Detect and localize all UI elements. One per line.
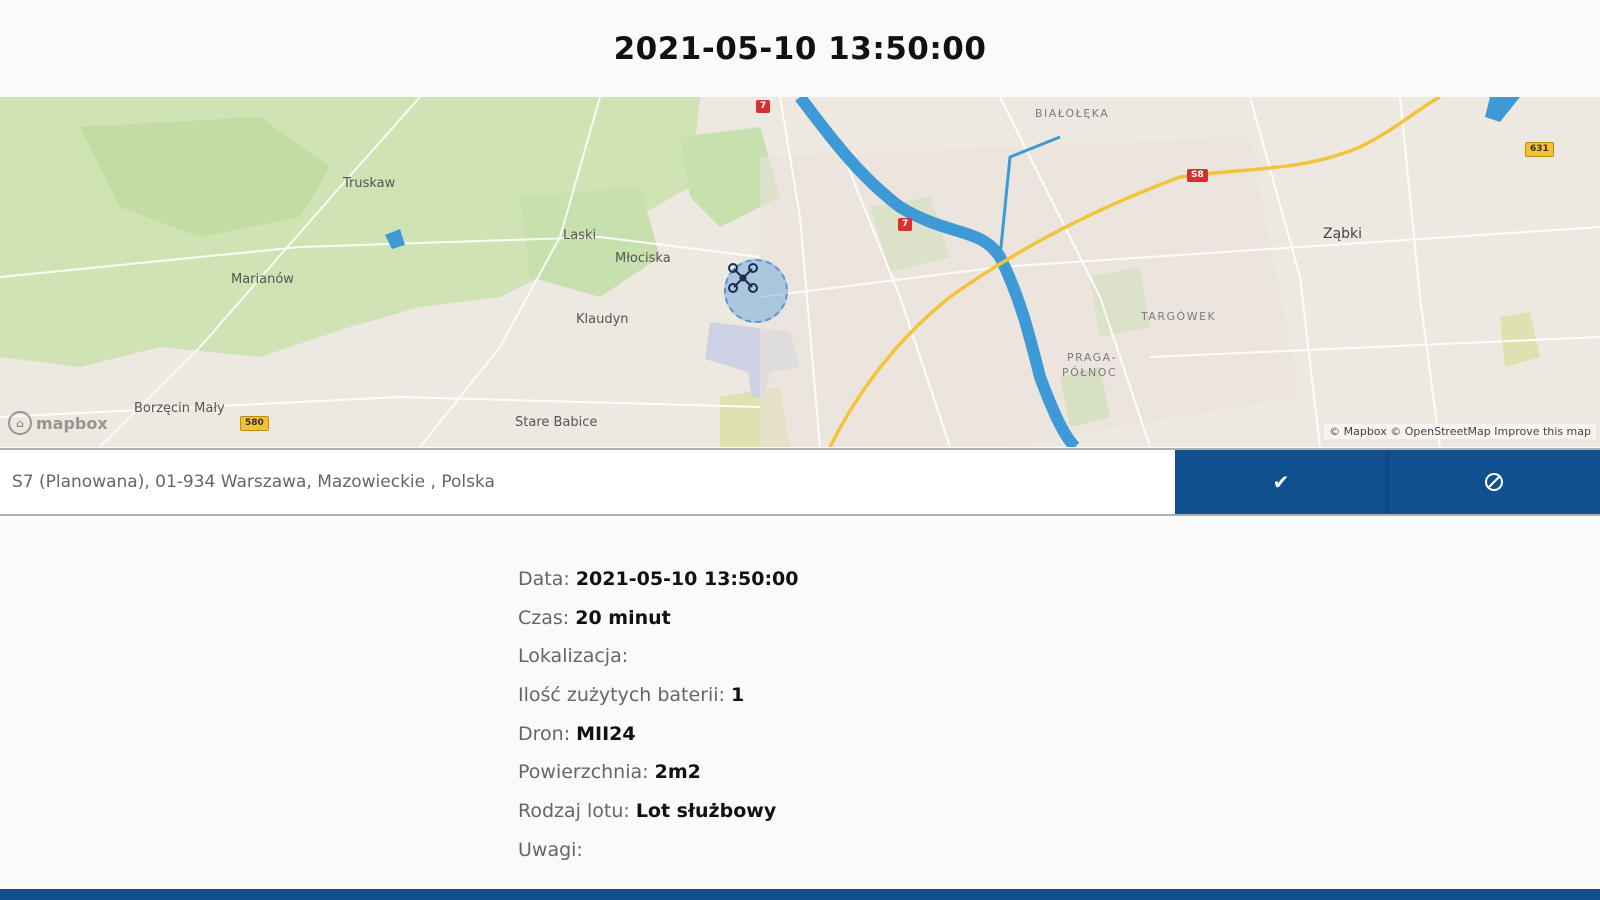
map-label-bialoleka: BIAŁOŁĘKA bbox=[1035, 107, 1110, 120]
map-label-praga-2: PÓŁNOC bbox=[1062, 366, 1118, 379]
detail-drone-label: Dron: bbox=[518, 722, 571, 745]
confirm-button[interactable]: ✔ bbox=[1175, 450, 1387, 514]
map-label-stare-babice: Stare Babice bbox=[515, 415, 598, 430]
detail-date-value: 2021-05-10 13:50:00 bbox=[575, 568, 799, 590]
map-label-borzecin: Borzęcin Mały bbox=[134, 401, 225, 416]
detail-area: Powierzchnia: 2m2 bbox=[518, 753, 799, 792]
detail-date: Data: 2021-05-10 13:50:00 bbox=[518, 560, 799, 599]
drone-icon bbox=[728, 263, 758, 293]
road-badge: 7 bbox=[756, 100, 771, 113]
lake bbox=[1485, 97, 1520, 122]
map-label-praga-1: PRAGA- bbox=[1067, 351, 1117, 364]
detail-batteries-label: Ilość zużytych baterii: bbox=[518, 684, 725, 707]
map-label-truskaw: Truskaw bbox=[343, 176, 396, 191]
map-view[interactable]: BIAŁOŁĘKA Truskaw Laski Młociska Marianó… bbox=[0, 97, 1600, 447]
map-label-marianow: Marianów bbox=[231, 272, 294, 287]
detail-time-label: Czas: bbox=[518, 606, 570, 629]
detail-batteries-value: 1 bbox=[731, 684, 745, 707]
flight-details: Data: 2021-05-10 13:50:00 Czas: 20 minut… bbox=[518, 560, 799, 870]
detail-time-value: 20 minut bbox=[575, 606, 671, 629]
map-label-klaudyn: Klaudyn bbox=[576, 312, 629, 327]
address-bar: ✔ bbox=[0, 448, 1600, 516]
map-label-mlociska: Młociska bbox=[615, 251, 671, 266]
detail-flight-type-label: Rodzaj lotu: bbox=[518, 800, 630, 823]
road-badge: S8 bbox=[1187, 169, 1208, 182]
mapbox-logo[interactable]: ⌂ mapbox bbox=[8, 411, 108, 435]
detail-date-label: Data: bbox=[518, 568, 570, 590]
cancel-icon bbox=[1485, 473, 1503, 491]
detail-area-value: 2m2 bbox=[654, 761, 701, 784]
detail-notes: Uwagi: bbox=[518, 831, 799, 870]
city-area bbox=[760, 137, 1300, 447]
road-badge: 631 bbox=[1525, 142, 1554, 157]
detail-location-label: Lokalizacja: bbox=[518, 645, 629, 668]
detail-time: Czas: 20 minut bbox=[518, 599, 799, 638]
detail-location: Lokalizacja: bbox=[518, 637, 799, 676]
detail-flight-type: Rodzaj lotu: Lot służbowy bbox=[518, 792, 799, 831]
map-attribution[interactable]: © Mapbox © OpenStreetMap Improve this ma… bbox=[1324, 424, 1596, 439]
mapbox-logo-icon: ⌂ bbox=[8, 411, 32, 435]
detail-flight-type-value: Lot służbowy bbox=[635, 800, 777, 823]
map-label-laski: Laski bbox=[563, 228, 597, 243]
detail-notes-label: Uwagi: bbox=[518, 838, 583, 861]
check-icon: ✔ bbox=[1272, 471, 1290, 494]
detail-drone-value: MII24 bbox=[576, 722, 636, 745]
bottom-bar bbox=[0, 889, 1600, 900]
mapbox-logo-text: mapbox bbox=[36, 413, 108, 433]
cancel-button[interactable] bbox=[1387, 450, 1600, 514]
map-label-zabki: Ząbki bbox=[1323, 226, 1363, 242]
detail-batteries: Ilość zużytych baterii: 1 bbox=[518, 676, 799, 715]
road-badge: 7 bbox=[898, 218, 913, 231]
page-header: 2021-05-10 13:50:00 bbox=[0, 0, 1600, 97]
detail-area-label: Powierzchnia: bbox=[518, 761, 649, 784]
drone-location-marker[interactable] bbox=[724, 259, 788, 323]
detail-drone: Dron: MII24 bbox=[518, 715, 799, 754]
map-label-targowek: TARGÓWEK bbox=[1141, 310, 1217, 323]
address-input[interactable] bbox=[0, 450, 1175, 514]
road-badge: 580 bbox=[240, 416, 269, 431]
page-title: 2021-05-10 13:50:00 bbox=[613, 30, 987, 67]
